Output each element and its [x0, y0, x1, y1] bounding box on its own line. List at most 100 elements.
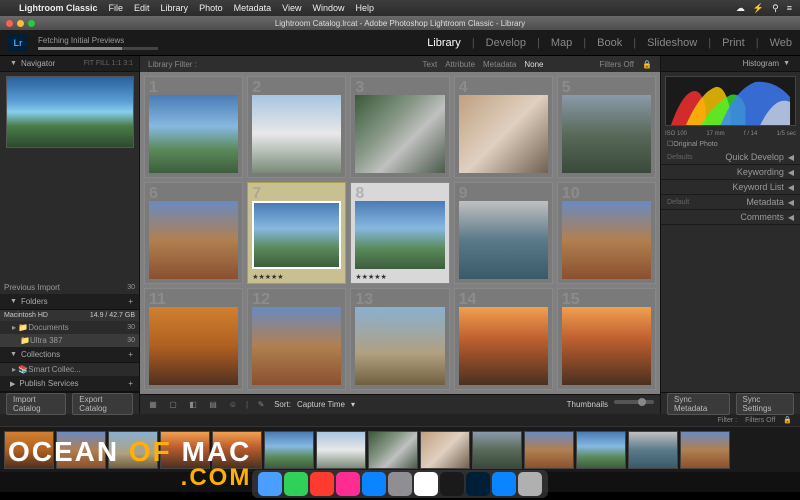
filter-attribute[interactable]: Attribute: [445, 60, 475, 69]
filter-metadata[interactable]: Metadata: [483, 60, 516, 69]
filters-off-toggle[interactable]: Filters Off: [600, 60, 635, 69]
filmstrip-thumb[interactable]: [420, 431, 470, 469]
right-panel: Histogram▼ ISO 100 17 mm f / 14 1/5 sec …: [660, 56, 800, 414]
dock-app-icon[interactable]: [336, 472, 360, 496]
histogram[interactable]: [665, 76, 796, 126]
loupe-view-icon[interactable]: ▢: [166, 398, 180, 412]
filmstrip-thumb[interactable]: [576, 431, 626, 469]
collections-header[interactable]: ▼Collections+: [0, 347, 139, 363]
menu-file[interactable]: File: [109, 3, 124, 13]
filter-text[interactable]: Text: [423, 60, 438, 69]
filter-none[interactable]: None: [524, 60, 543, 69]
filmstrip-thumb[interactable]: [680, 431, 730, 469]
original-photo-checkbox[interactable]: ☐ Original Photo: [661, 138, 800, 150]
people-view-icon[interactable]: ☺: [226, 398, 240, 412]
histogram-header[interactable]: Histogram▼: [661, 56, 800, 72]
folder-ultra[interactable]: 📁 Ultra 387 30: [0, 334, 139, 347]
filmstrip-filters-off[interactable]: Filters Off: [745, 417, 775, 424]
import-catalog-button[interactable]: Import Catalog: [6, 393, 66, 415]
compare-view-icon[interactable]: ◧: [186, 398, 200, 412]
thumbnail-size-slider[interactable]: [614, 400, 654, 404]
filmstrip-thumb[interactable]: [264, 431, 314, 469]
module-web[interactable]: Web: [770, 37, 792, 49]
menu-library[interactable]: Library: [161, 3, 189, 13]
volume-row[interactable]: Macintosh HD 14.9 / 42.7 GB: [0, 310, 139, 321]
grid-cell[interactable]: 2: [247, 76, 346, 178]
menu-photo[interactable]: Photo: [199, 3, 223, 13]
folder-documents[interactable]: ▸ 📁 Documents 30: [0, 321, 139, 334]
dock-app-icon[interactable]: [362, 472, 386, 496]
menu-help[interactable]: Help: [356, 3, 375, 13]
keywording-header[interactable]: Keywording◀: [661, 165, 800, 180]
filmstrip-thumb[interactable]: [628, 431, 678, 469]
module-develop[interactable]: Develop: [486, 37, 526, 49]
navigator-preview[interactable]: [6, 76, 134, 148]
cloud-icon[interactable]: ☁: [736, 3, 745, 14]
mac-dock[interactable]: [252, 470, 548, 498]
menu-window[interactable]: Window: [312, 3, 344, 13]
wifi-icon[interactable]: ⚡: [753, 3, 764, 14]
dock-app-icon[interactable]: [310, 472, 334, 496]
metadata-header[interactable]: Default Metadata◀: [661, 195, 800, 210]
comments-header[interactable]: Comments◀: [661, 210, 800, 225]
grid-cell[interactable]: 1: [144, 76, 243, 178]
grid-cell[interactable]: 5: [557, 76, 656, 178]
folders-header[interactable]: ▼Folders+: [0, 294, 139, 310]
grid-view[interactable]: 1234567★★★★★8★★★★★9101112131415: [140, 72, 660, 394]
grid-cell[interactable]: 11: [144, 288, 243, 390]
zoom-window-button[interactable]: [28, 20, 35, 27]
module-map[interactable]: Map: [551, 37, 572, 49]
close-window-button[interactable]: [6, 20, 13, 27]
search-icon[interactable]: ⚲: [772, 3, 779, 14]
survey-view-icon[interactable]: ▤: [206, 398, 220, 412]
module-book[interactable]: Book: [597, 37, 622, 49]
dock-app-icon[interactable]: [440, 472, 464, 496]
sync-metadata-button[interactable]: Sync Metadata: [667, 393, 730, 415]
grid-cell[interactable]: 6: [144, 182, 243, 284]
collection-smart[interactable]: ▸ 📚 Smart Collec...: [0, 363, 139, 376]
grid-cell[interactable]: 13: [350, 288, 449, 390]
quick-develop-header[interactable]: Defaults Quick Develop◀: [661, 150, 800, 165]
module-slideshow[interactable]: Slideshow: [647, 37, 697, 49]
module-library[interactable]: Library: [427, 37, 461, 49]
previous-import-row[interactable]: Previous Import 30: [0, 281, 139, 294]
menu-view[interactable]: View: [282, 3, 301, 13]
dock-app-icon[interactable]: [518, 472, 542, 496]
menu-app[interactable]: Lightroom Classic: [19, 3, 98, 13]
sync-settings-button[interactable]: Sync Settings: [736, 393, 794, 415]
grid-cell[interactable]: 12: [247, 288, 346, 390]
sort-value[interactable]: Capture Time: [297, 400, 345, 409]
module-print[interactable]: Print: [722, 37, 745, 49]
dock-app-icon[interactable]: [388, 472, 412, 496]
filmstrip-thumb[interactable]: [316, 431, 366, 469]
grid-view-icon[interactable]: ▦: [146, 398, 160, 412]
grid-cell[interactable]: 10: [557, 182, 656, 284]
grid-cell[interactable]: 8★★★★★: [350, 182, 449, 284]
keyword-list-header[interactable]: Keyword List◀: [661, 180, 800, 195]
painter-icon[interactable]: ✎: [254, 398, 268, 412]
filmstrip-thumb[interactable]: [368, 431, 418, 469]
grid-cell[interactable]: 7★★★★★: [247, 182, 346, 284]
grid-cell[interactable]: 9: [454, 182, 553, 284]
lock-icon[interactable]: 🔒: [783, 416, 792, 424]
lock-icon[interactable]: 🔒: [642, 60, 652, 69]
grid-cell[interactable]: 4: [454, 76, 553, 178]
grid-cell[interactable]: 3: [350, 76, 449, 178]
dock-app-icon[interactable]: [284, 472, 308, 496]
menu-metadata[interactable]: Metadata: [234, 3, 272, 13]
grid-cell[interactable]: 15: [557, 288, 656, 390]
filmstrip-thumb[interactable]: [472, 431, 522, 469]
filmstrip-thumb[interactable]: [524, 431, 574, 469]
export-catalog-button[interactable]: Export Catalog: [72, 393, 133, 415]
dock-app-icon[interactable]: [492, 472, 516, 496]
navigator-header[interactable]: ▼ Navigator FIT FILL 1:1 3:1: [0, 56, 139, 72]
grid-cell[interactable]: 14: [454, 288, 553, 390]
publish-header[interactable]: ▶Publish Services+: [0, 376, 139, 392]
control-center-icon[interactable]: ≡: [787, 3, 792, 13]
dock-app-icon[interactable]: [466, 472, 490, 496]
dock-app-icon[interactable]: [414, 472, 438, 496]
minimize-window-button[interactable]: [17, 20, 24, 27]
menu-edit[interactable]: Edit: [134, 3, 150, 13]
chevron-down-icon[interactable]: ▾: [351, 400, 355, 409]
dock-app-icon[interactable]: [258, 472, 282, 496]
